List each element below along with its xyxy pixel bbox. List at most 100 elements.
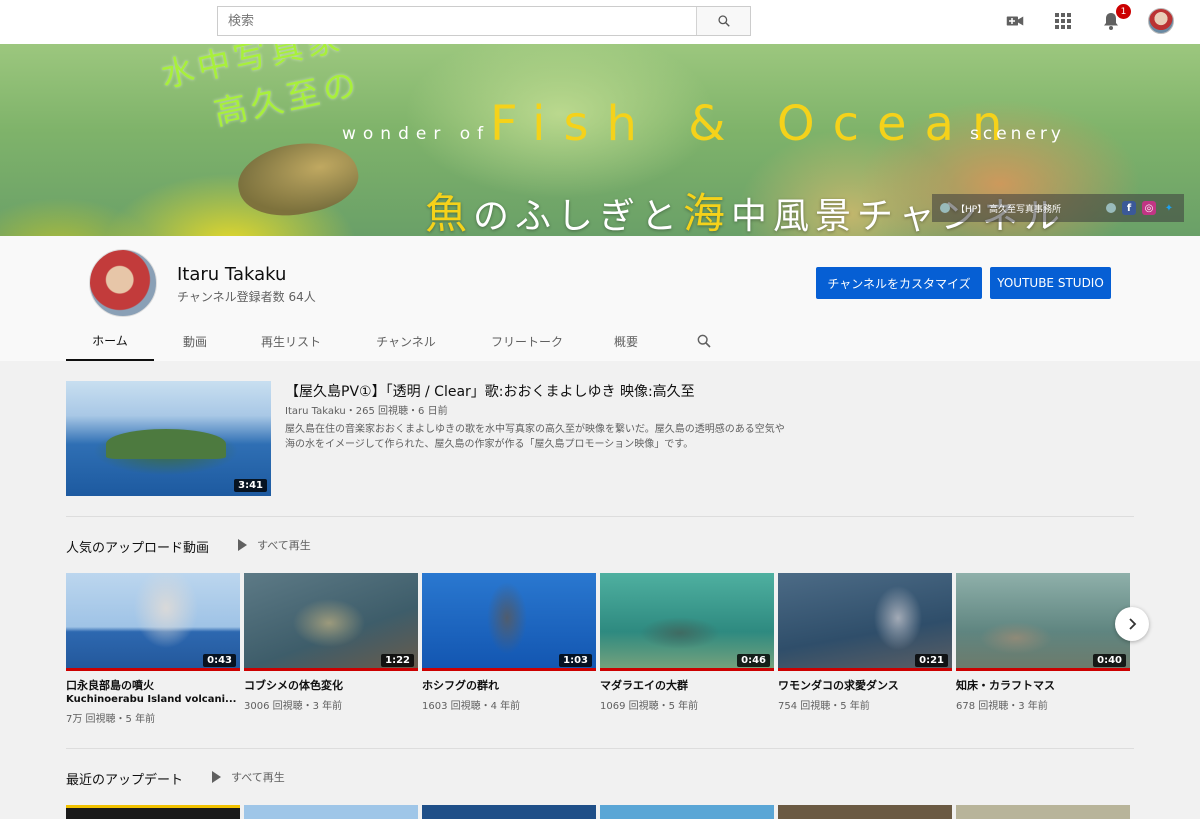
banner-fish-image (232, 132, 364, 226)
video-thumbnail[interactable] (244, 805, 418, 819)
video-thumbnail[interactable]: 0:40 (956, 573, 1130, 671)
banner-fish-ocean: Fish & Ocean (490, 96, 1021, 152)
banner-jp-umi: 海 (683, 189, 732, 236)
duration-badge: 0:21 (915, 654, 948, 667)
tab-channels[interactable]: チャンネル (346, 321, 466, 361)
video-meta: 3006 回視聴・3 年前 (244, 701, 343, 712)
video-card[interactable]: 0:43 口永良部島の噴火 Kuchinoerabu Island volcan… (66, 573, 240, 725)
duration-badge: 1:03 (559, 654, 592, 667)
search-icon (717, 15, 730, 27)
twitter-icon[interactable]: ✦ (1162, 201, 1176, 215)
video-camera-icon (1006, 16, 1024, 26)
banner-jp-nofushigito: のふしぎと (473, 196, 684, 236)
recent-section-title[interactable]: 最近のアップデート (66, 769, 183, 788)
customize-channel-button[interactable]: チャンネルをカスタマイズ (816, 267, 982, 299)
account-avatar[interactable] (1148, 8, 1174, 34)
video-thumbnail[interactable]: 0:43 (66, 573, 240, 671)
youtube-studio-button[interactable]: YOUTUBE STUDIO (990, 267, 1111, 299)
search-input[interactable] (218, 7, 696, 35)
play-all-label: すべて再生 (231, 771, 285, 784)
duration-badge: 0:46 (737, 654, 770, 667)
section-divider (66, 748, 1134, 749)
popular-play-all[interactable]: すべて再生 (238, 537, 311, 553)
video-meta: 754 回視聴・5 年前 (778, 701, 870, 712)
video-thumbnail[interactable] (422, 805, 596, 819)
video-meta: 1069 回視聴・5 年前 (600, 701, 699, 712)
banner-jp-title: 水中写真家 高久至の (156, 44, 364, 144)
featured-video-thumbnail[interactable]: 3:41 (66, 381, 271, 496)
subscriber-count: チャンネル登録者数 64人 (177, 290, 316, 304)
search-icon (697, 334, 711, 348)
facebook-icon[interactable]: f (1122, 201, 1136, 215)
video-thumbnail[interactable]: 1:03 (422, 573, 596, 671)
popular-section-title[interactable]: 人気のアップロード動画 (66, 537, 209, 556)
featured-video-description: 屋久島在住の音楽家おおくまよしゆきの歌を水中写真家の高久至が映像を繋いだ。屋久島… (285, 424, 785, 450)
video-title[interactable]: コブシメの体色変化 (244, 679, 418, 693)
recent-play-all[interactable]: すべて再生 (212, 769, 285, 785)
tab-home[interactable]: ホーム (66, 321, 154, 361)
play-all-label: すべて再生 (257, 539, 311, 552)
video-thumbnail[interactable]: 0:21 (778, 573, 952, 671)
play-icon (212, 771, 221, 783)
main-content: 3:41 【屋久島PV①】「透明 / Clear」歌:おおくまよしゆき 映像:高… (0, 361, 1200, 819)
globe-icon[interactable] (1106, 203, 1116, 213)
section-divider (66, 516, 1134, 517)
channel-tabs: ホーム 動画 再生リスト チャンネル フリートーク 概要 (66, 321, 744, 361)
play-icon (238, 539, 247, 551)
banner-jp-fish: 魚 (425, 189, 474, 236)
tab-discussion[interactable]: フリートーク (466, 321, 588, 361)
video-title[interactable]: ワモンダコの求愛ダンス (778, 679, 952, 693)
watch-progress-bar (956, 668, 1130, 671)
channel-banner: 水中写真家 高久至の wonder of Fish & Ocean scener… (0, 44, 1200, 236)
apps-button[interactable] (1052, 10, 1074, 32)
video-title[interactable]: ホシフグの群れ (422, 679, 596, 693)
thumbnail-island (106, 429, 226, 459)
duration-badge: 3:41 (234, 479, 267, 492)
recent-video-row (66, 805, 1136, 819)
banner-scenery: scenery (970, 124, 1065, 144)
video-thumbnail[interactable] (956, 805, 1130, 819)
tab-about[interactable]: 概要 (588, 321, 664, 361)
top-bar: 1 (0, 0, 1200, 44)
video-title[interactable]: 口永良部島の噴火 (66, 679, 240, 693)
featured-video-meta: Itaru Takaku・265 回視聴・6 日前 (285, 406, 448, 417)
video-thumbnail[interactable] (66, 805, 240, 819)
tab-playlists[interactable]: 再生リスト (236, 321, 346, 361)
notifications-button[interactable]: 1 (1100, 4, 1131, 32)
video-card[interactable]: 0:21 ワモンダコの求愛ダンス 754 回視聴・5 年前 (778, 573, 952, 712)
tab-search[interactable] (664, 321, 744, 361)
video-thumbnail[interactable]: 1:22 (244, 573, 418, 671)
watch-progress-bar (422, 668, 596, 671)
search-button[interactable] (696, 7, 750, 35)
video-card[interactable]: 1:03 ホシフグの群れ 1603 回視聴・4 年前 (422, 573, 596, 712)
video-title-line2[interactable]: Kuchinoerabu Island volcani... (66, 693, 240, 706)
watch-progress-bar (66, 668, 240, 671)
video-thumbnail[interactable] (778, 805, 952, 819)
banner-wonder-of: wonder of (342, 124, 491, 144)
banner-hp-link[interactable]: 【HP】 高久至写真事務所 (956, 202, 1100, 215)
duration-badge: 0:40 (1093, 654, 1126, 667)
watch-progress-bar (244, 668, 418, 671)
video-card[interactable]: 0:40 知床・カラフトマス 678 回視聴・3 年前 (956, 573, 1130, 712)
apps-grid-icon (1055, 13, 1071, 29)
video-thumbnail[interactable]: 0:46 (600, 573, 774, 671)
video-card[interactable]: 1:22 コブシメの体色変化 3006 回視聴・3 年前 (244, 573, 418, 712)
channel-header: Itaru Takaku チャンネル登録者数 64人 チャンネルをカスタマイズ … (0, 236, 1200, 361)
next-button[interactable] (1115, 607, 1149, 641)
video-title[interactable]: 知床・カラフトマス (956, 679, 1130, 693)
banner-links: 【HP】 高久至写真事務所 f ◎ ✦ (932, 194, 1184, 222)
watch-progress-bar (778, 668, 952, 671)
chevron-right-icon (1129, 618, 1137, 630)
notification-badge: 1 (1116, 4, 1131, 19)
duration-badge: 0:43 (203, 654, 236, 667)
video-thumbnail[interactable] (600, 805, 774, 819)
video-meta: 7万 回視聴・5 年前 (66, 714, 156, 725)
watch-progress-bar (600, 668, 774, 671)
video-card[interactable]: 0:46 マダラエイの大群 1069 回視聴・5 年前 (600, 573, 774, 712)
create-video-button[interactable] (1004, 10, 1026, 32)
video-title[interactable]: マダラエイの大群 (600, 679, 774, 693)
featured-video-title[interactable]: 【屋久島PV①】「透明 / Clear」歌:おおくまよしゆき 映像:高久至 (285, 381, 695, 401)
popular-video-grid: 0:43 口永良部島の噴火 Kuchinoerabu Island volcan… (66, 573, 1136, 743)
tab-videos[interactable]: 動画 (154, 321, 236, 361)
instagram-icon[interactable]: ◎ (1142, 201, 1156, 215)
